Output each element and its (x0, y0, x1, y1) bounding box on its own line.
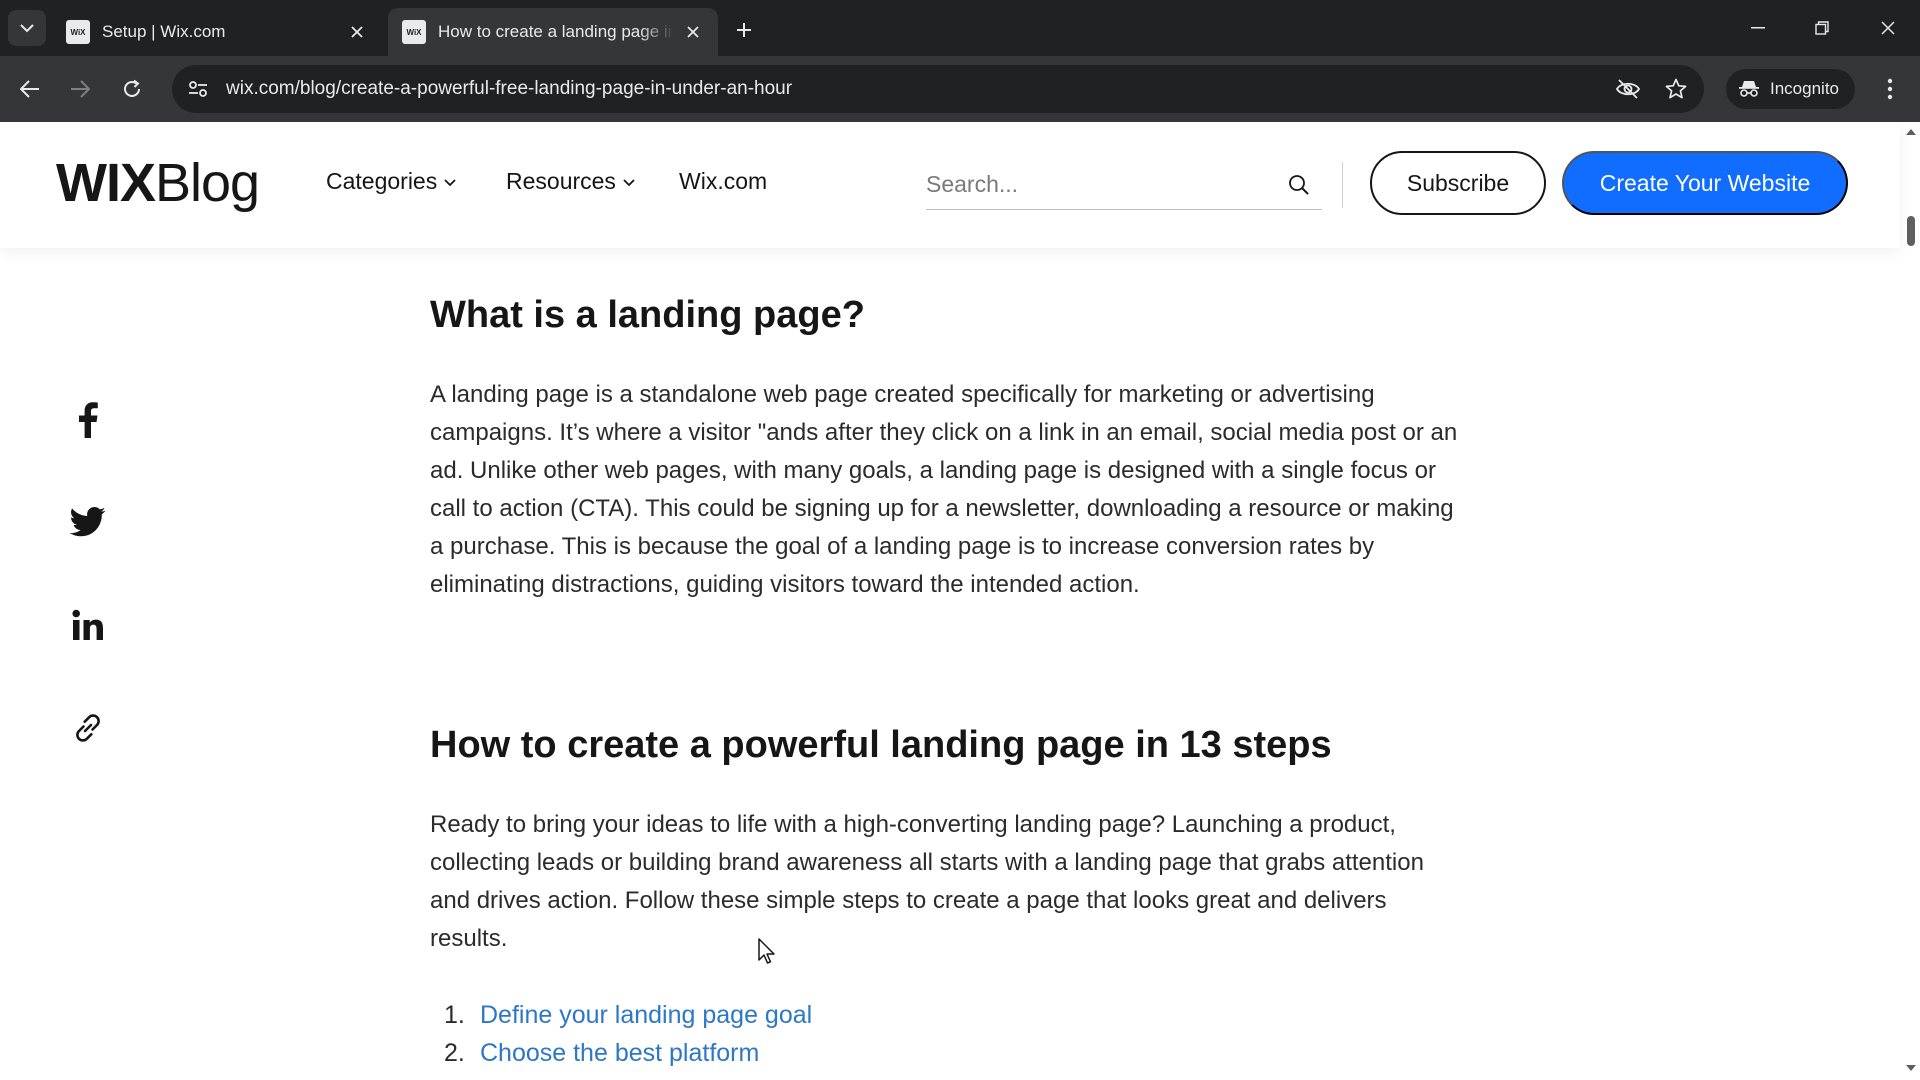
header-divider (1342, 162, 1343, 208)
chevron-down-icon (443, 177, 457, 187)
nav-label: Resources (506, 168, 616, 194)
plus-icon (737, 23, 751, 37)
copy-link-icon (76, 714, 100, 742)
wix-blog-logo[interactable]: WIX Blog (56, 152, 260, 214)
wix-favicon-icon: WiX (66, 20, 90, 44)
close-window-button[interactable] (1866, 8, 1910, 48)
browser-tabstrip: WiX Setup | Wix.com WiX How to create a … (0, 0, 1920, 56)
more-vertical-icon (1887, 78, 1893, 100)
restore-icon (1815, 21, 1829, 35)
nav-resources[interactable]: Resources (506, 168, 636, 195)
scroll-down-icon (1906, 1065, 1916, 1071)
arrow-right-icon (71, 80, 90, 98)
mouse-cursor-icon (758, 938, 775, 964)
heading-what-is-landing-page: What is a landing page? (430, 294, 865, 336)
logo-blog-text: Blog (155, 153, 260, 213)
nav-wix-com[interactable]: Wix.com (679, 168, 767, 195)
search-box (926, 160, 1322, 210)
incognito-icon (1739, 81, 1759, 97)
site-header: WIX Blog Categories Resources Wix.com Su… (0, 122, 1900, 248)
facebook-share[interactable] (68, 400, 108, 440)
eye-off-icon[interactable] (1608, 69, 1648, 109)
address-bar[interactable]: wix.com/blog/create-a-powerful-free-land… (172, 65, 1704, 113)
incognito-label: Incognito (1770, 79, 1839, 98)
nav-categories[interactable]: Categories (326, 168, 457, 195)
list-item: 1. Define your landing page goal (430, 996, 812, 1034)
list-number: 2. (444, 1039, 465, 1067)
twitter-share[interactable] (68, 502, 108, 542)
step-link-choose-platform[interactable]: Choose the best platform (480, 1034, 759, 1072)
restore-button[interactable] (1800, 8, 1844, 48)
page-viewport: WIX Blog Categories Resources Wix.com Su… (0, 122, 1920, 1080)
chevron-down-icon (622, 177, 636, 187)
create-your-website-button[interactable]: Create Your Website (1562, 151, 1848, 215)
back-button[interactable] (10, 69, 50, 109)
close-icon (1881, 21, 1895, 35)
list-number: 1. (444, 1001, 465, 1029)
scrollbar-thumb[interactable] (1907, 216, 1915, 246)
steps-list: 1. Define your landing page goal 2. Choo… (430, 996, 812, 1072)
twitter-icon (70, 507, 106, 537)
search-icon[interactable] (1282, 168, 1316, 202)
tab-setup[interactable]: WiX Setup | Wix.com (52, 8, 382, 56)
close-tab-icon[interactable] (346, 21, 368, 43)
tab-title: How to create a landing page in (438, 22, 674, 41)
step-link-define-goal[interactable]: Define your landing page goal (480, 996, 812, 1034)
paragraph-definition: A landing page is a standalone web page … (430, 381, 1458, 598)
site-settings-icon[interactable] (178, 69, 218, 109)
logo-wix-text: WIX (56, 153, 156, 213)
forward-button[interactable] (60, 69, 100, 109)
search-input[interactable] (926, 171, 1282, 198)
list-item: 2. Choose the best platform (430, 1034, 812, 1072)
nav-label: Wix.com (679, 168, 768, 194)
scroll-up-icon (1906, 129, 1916, 135)
chevron-down-icon (20, 24, 34, 33)
facebook-icon (79, 402, 98, 438)
close-tab-icon[interactable] (682, 21, 704, 43)
minimize-button[interactable] (1736, 8, 1780, 48)
browser-menu-button[interactable] (1872, 69, 1908, 109)
nav-label: Categories (326, 168, 438, 194)
url-text[interactable]: wix.com/blog/create-a-powerful-free-land… (226, 78, 1608, 100)
arrow-left-icon (20, 80, 39, 98)
copy-link-share[interactable] (68, 708, 108, 748)
heading-how-to-create: How to create a powerful landing page in… (430, 724, 1332, 766)
wix-favicon-icon: WiX (402, 20, 426, 44)
tab-search-button[interactable] (8, 10, 46, 46)
browser-toolbar: wix.com/blog/create-a-powerful-free-land… (0, 56, 1920, 122)
subscribe-button[interactable]: Subscribe (1370, 151, 1546, 215)
incognito-indicator[interactable]: Incognito (1726, 69, 1855, 109)
linkedin-icon (72, 609, 103, 640)
new-tab-button[interactable] (728, 14, 760, 46)
minimize-icon (1751, 27, 1765, 29)
page-scrollbar[interactable] (1902, 122, 1920, 1080)
tab-title: Setup | Wix.com (102, 22, 226, 41)
tab-landing-page[interactable]: WiX How to create a landing page in (388, 8, 718, 56)
bookmark-star-icon[interactable] (1656, 69, 1696, 109)
paragraph-intro: Ready to bring your ideas to life with a… (430, 811, 1424, 952)
reload-icon (124, 79, 140, 97)
linkedin-share[interactable] (68, 605, 108, 645)
reload-button[interactable] (112, 69, 152, 109)
